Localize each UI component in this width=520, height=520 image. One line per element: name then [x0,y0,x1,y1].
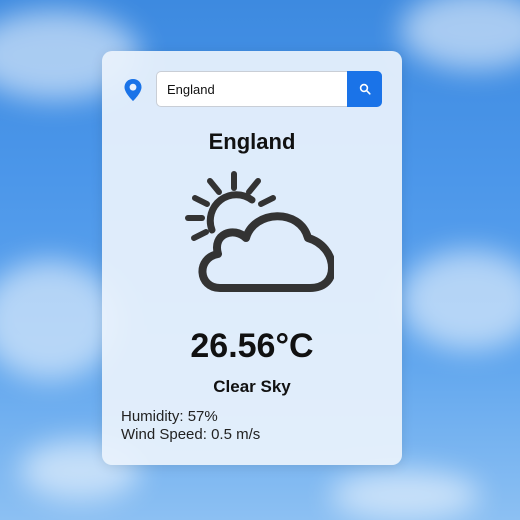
temperature: 26.56°C [190,327,314,365]
city-name: England [208,129,296,154]
weather-details: Humidity: 57% Wind Speed: 0.5 m/s [121,408,260,444]
wind-speed-row: Wind Speed: 0.5 m/s [121,426,260,444]
wind-speed-value: 0.5 m/s [211,426,261,443]
sun-behind-cloud-icon [185,171,334,292]
weather-description: Clear Sky [213,377,291,396]
humidity-label: Humidity: [121,408,184,425]
search-icon [359,83,371,95]
search-button[interactable] [347,71,382,107]
humidity-row: Humidity: 57% [121,408,260,426]
wind-speed-label: Wind Speed: [121,426,207,443]
weather-card: England 26.56°C Clear Sky Humidity: 57% … [102,51,402,465]
humidity-value: 57% [187,408,218,425]
location-pin-icon [124,79,142,101]
search-input[interactable] [156,71,348,107]
